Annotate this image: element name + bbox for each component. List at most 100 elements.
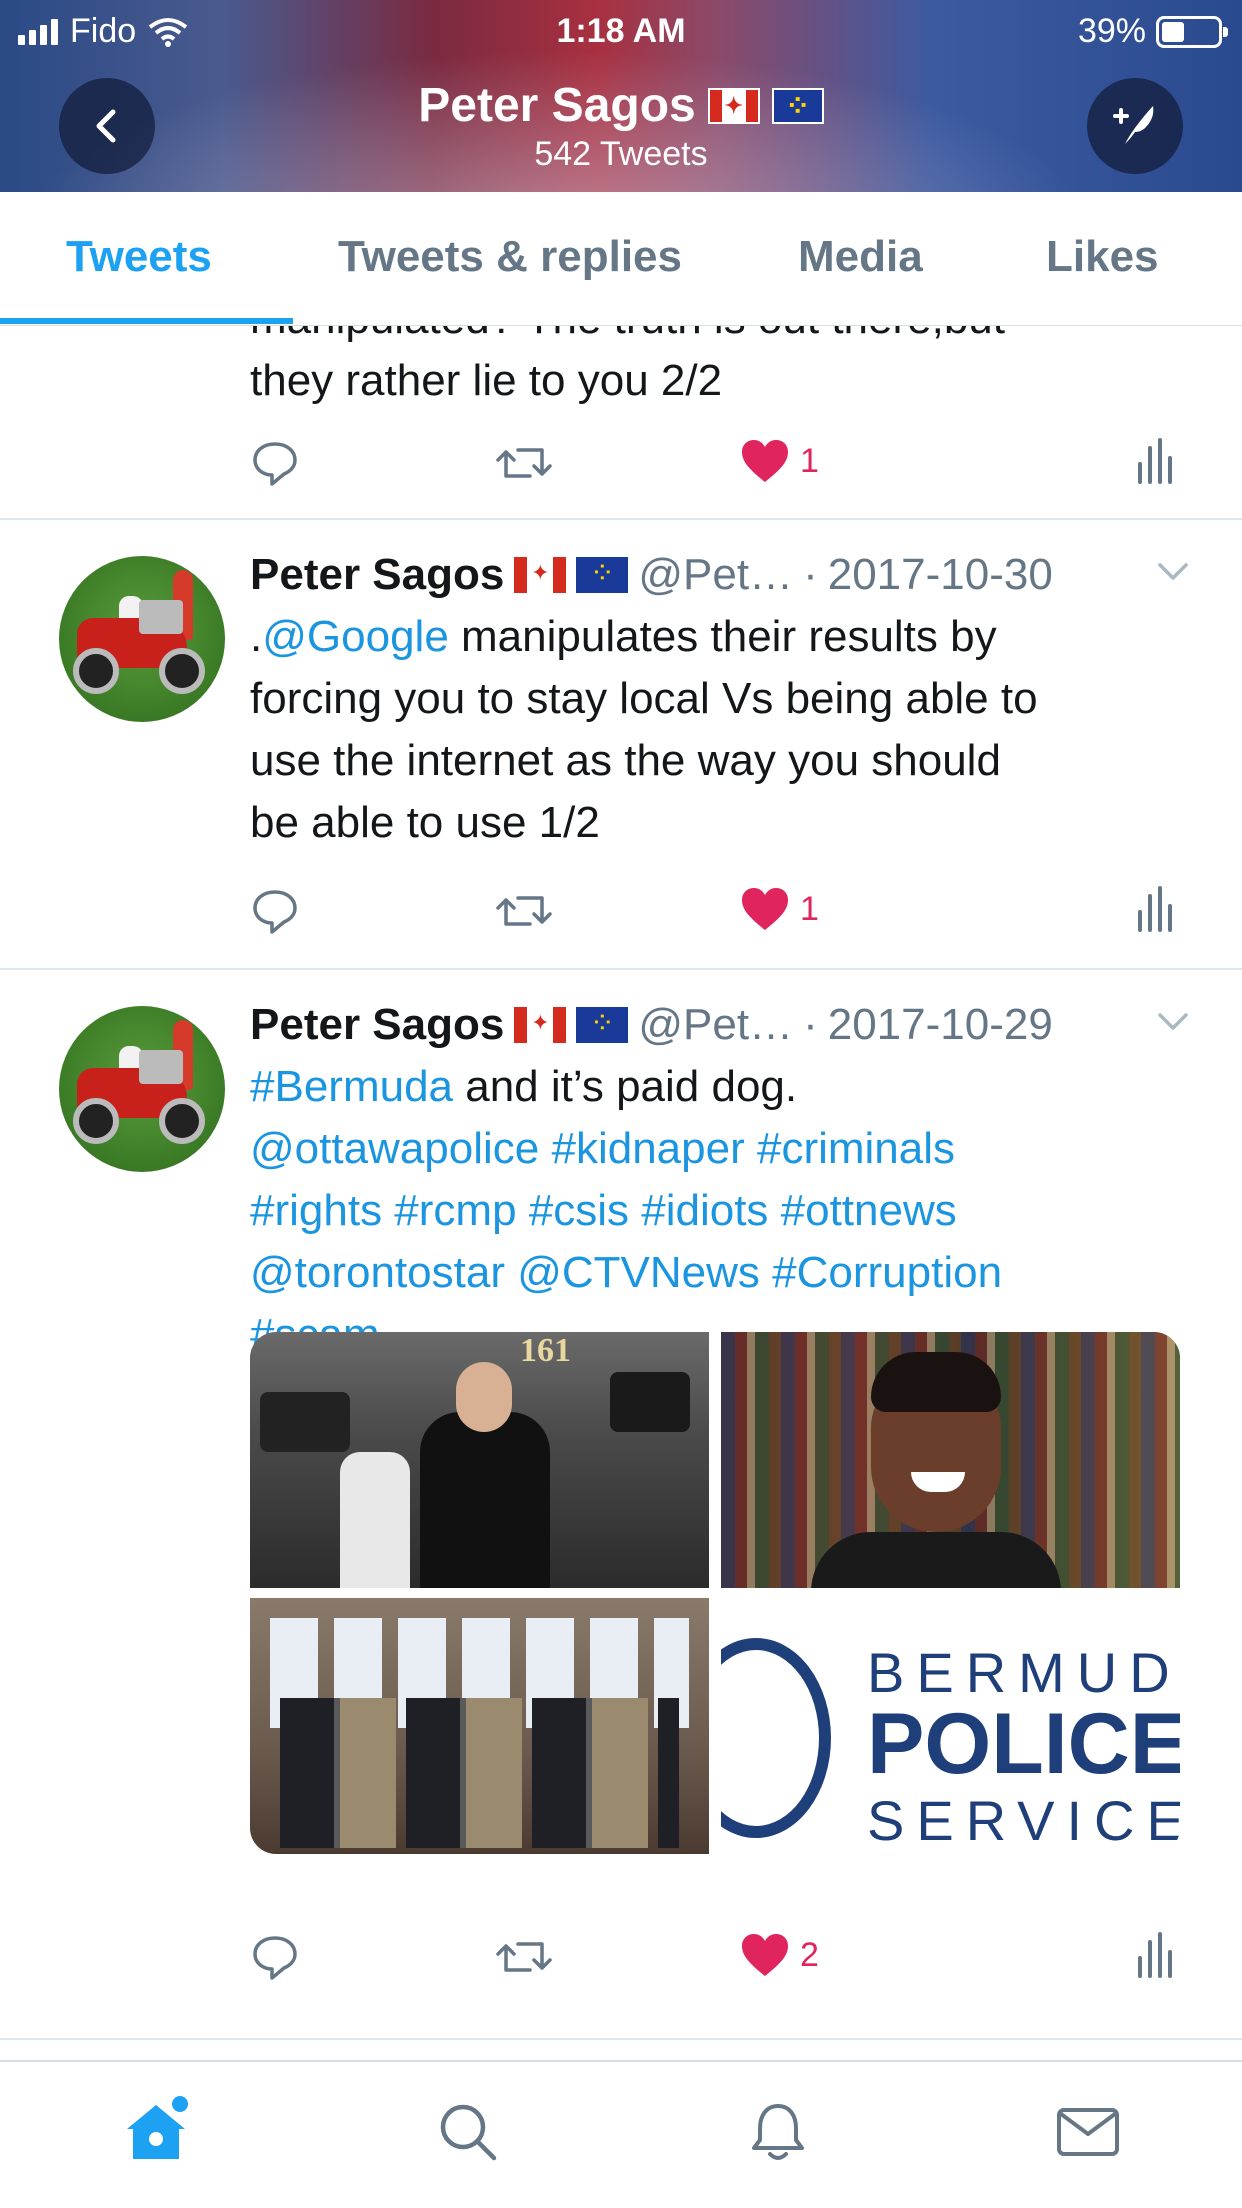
tweet-feed[interactable]: manipulated? The truth is out there,but … [0, 326, 1242, 2052]
bottom-tab-bar [0, 2060, 1242, 2208]
tweet-text: manipulated? The truth is out there,but … [250, 326, 1180, 412]
like-button[interactable]: 2 [740, 1932, 819, 1978]
chevron-down-icon[interactable] [1156, 554, 1190, 588]
eu-flag-icon [576, 557, 629, 593]
tweet-content: Peter Sagos @Pet… · 2017-10-29 #Bermuda … [250, 994, 1190, 1366]
retweet-icon [496, 1942, 552, 1972]
media-photo[interactable] [721, 1332, 1180, 1588]
profile-tabs: Tweets Tweets & replies Media Likes [0, 192, 1242, 326]
like-count: 1 [800, 889, 819, 928]
avatar[interactable] [59, 556, 225, 722]
analytics-button[interactable] [1136, 886, 1172, 932]
analytics-button[interactable] [1136, 438, 1172, 484]
compose-tweet-button[interactable] [1087, 78, 1183, 174]
canada-flag-icon [514, 1007, 567, 1043]
tab-search[interactable] [428, 2092, 508, 2172]
media-photo[interactable]: BERMUDA POLICE SERVICE [721, 1598, 1180, 1854]
messages-icon [1057, 2108, 1119, 2156]
like-button[interactable]: 1 [740, 438, 819, 484]
tweet-count: 542 Tweets [534, 135, 708, 173]
media-photo[interactable] [250, 1598, 709, 1854]
logo-text-line: SERVICE [867, 1789, 1180, 1852]
retweet-icon [496, 896, 552, 926]
tweet-actions: 1 [250, 438, 1180, 498]
tab-home[interactable] [116, 2092, 196, 2172]
tweet-date: 2017-10-30 [827, 550, 1053, 599]
profile-name-row: Peter Sagos [418, 78, 824, 133]
retweet-icon [496, 448, 552, 478]
hashtag-line[interactable]: #rights #rcmp #csis #idiots #ottnews [250, 1180, 1190, 1242]
tweet-partial[interactable]: manipulated? The truth is out there,but … [0, 326, 1242, 520]
like-button[interactable]: 1 [740, 886, 819, 932]
chevron-down-icon[interactable] [1156, 1004, 1190, 1038]
reply-button[interactable] [250, 1932, 300, 1982]
author-name[interactable]: Peter Sagos [250, 994, 504, 1056]
tweet-date: 2017-10-29 [827, 1000, 1053, 1049]
tweet-actions: 1 [250, 886, 1180, 946]
tab-media[interactable]: Media [798, 232, 923, 282]
tweet-text-line: forcing you to stay local Vs being able … [250, 674, 1038, 723]
mention-link[interactable]: @Google [262, 612, 449, 661]
tab-tweets-and-replies[interactable]: Tweets & replies [338, 232, 682, 282]
hashtag-line[interactable]: @torontostar @CTVNews #Corruption [250, 1242, 1190, 1304]
logo-text-line: POLICE [867, 1696, 1180, 1792]
profile-title: Peter Sagos 542 Tweets [0, 78, 1242, 174]
author-name[interactable]: Peter Sagos [250, 544, 504, 606]
hashtag-link[interactable]: #Bermuda [250, 1062, 453, 1111]
text-prefix: . [250, 612, 263, 661]
avatar[interactable] [59, 1006, 225, 1172]
tab-messages[interactable] [1048, 2092, 1128, 2172]
retweet-button[interactable] [494, 1932, 554, 1982]
tab-tweets[interactable]: Tweets [66, 232, 212, 282]
tweet-text-line: manipulated? The truth is out there,but [250, 326, 1180, 350]
search-icon [440, 2104, 497, 2161]
media-photo[interactable]: 161 [250, 1332, 709, 1588]
like-count: 2 [800, 1935, 819, 1974]
reply-button[interactable] [250, 886, 300, 936]
canada-flag-icon [707, 87, 760, 124]
notifications-icon [752, 2104, 804, 2160]
retweet-button[interactable] [494, 886, 554, 936]
battery-percent: 39% [1077, 12, 1146, 50]
separator-dot: · [803, 550, 818, 599]
hashtag-line[interactable]: @ottawapolice #kidnaper #criminals [250, 1118, 1190, 1180]
battery-icon [1156, 15, 1228, 48]
reply-button[interactable] [250, 438, 300, 488]
media-grid: 161 BERMUDA POLICE SERVICE [250, 1332, 1180, 1854]
tweet-text: .@Google manipulates their results by fo… [250, 606, 1190, 854]
heart-filled-icon [742, 1934, 788, 1976]
text-segment: and it’s paid dog. [453, 1062, 798, 1111]
tweet-actions: 2 [250, 1932, 1180, 1992]
tab-likes[interactable]: Likes [1046, 232, 1159, 282]
analytics-icon [1138, 438, 1172, 484]
status-time: 1:18 AM [556, 12, 686, 50]
analytics-button[interactable] [1136, 1932, 1172, 1978]
tweet-text-line: they rather lie to you 2/2 [250, 356, 723, 405]
retweet-button[interactable] [494, 438, 554, 488]
photo-sign-number: 161 [520, 1332, 571, 1369]
tweet-header: Peter Sagos @Pet… · 2017-10-30 [250, 544, 1190, 606]
reply-icon [253, 890, 297, 934]
text-segment: manipulates their results by [448, 612, 997, 661]
compose-tweet-icon [1113, 106, 1154, 144]
author-handle: @Pet… [638, 550, 794, 599]
tweet-card[interactable]: Peter Sagos @Pet… · 2017-10-30 .@Google … [0, 520, 1242, 970]
police-crest-icon [721, 1638, 831, 1838]
heart-filled-icon [742, 440, 788, 482]
like-count: 1 [800, 441, 819, 480]
tweet-text-line: be able to use 1/2 [250, 798, 600, 847]
tab-notifications[interactable] [738, 2092, 818, 2172]
reply-icon [253, 442, 297, 486]
notification-dot [172, 2096, 188, 2112]
tweet-content: Peter Sagos @Pet… · 2017-10-30 .@Google … [250, 544, 1190, 854]
profile-name: Peter Sagos [418, 79, 696, 132]
separator-dot: · [803, 1000, 818, 1049]
heart-filled-icon [742, 888, 788, 930]
tweet-text: #Bermuda and it’s paid dog. @ottawapolic… [250, 1056, 1190, 1366]
eu-flag-icon [771, 87, 824, 124]
analytics-icon [1138, 1932, 1172, 1978]
tweet-text-line: .@Google manipulates their results by [250, 606, 1190, 668]
reply-icon [253, 1936, 297, 1980]
author-handle: @Pet… [638, 1000, 794, 1049]
tweet-card[interactable]: Peter Sagos @Pet… · 2017-10-29 #Bermuda … [0, 970, 1242, 2040]
